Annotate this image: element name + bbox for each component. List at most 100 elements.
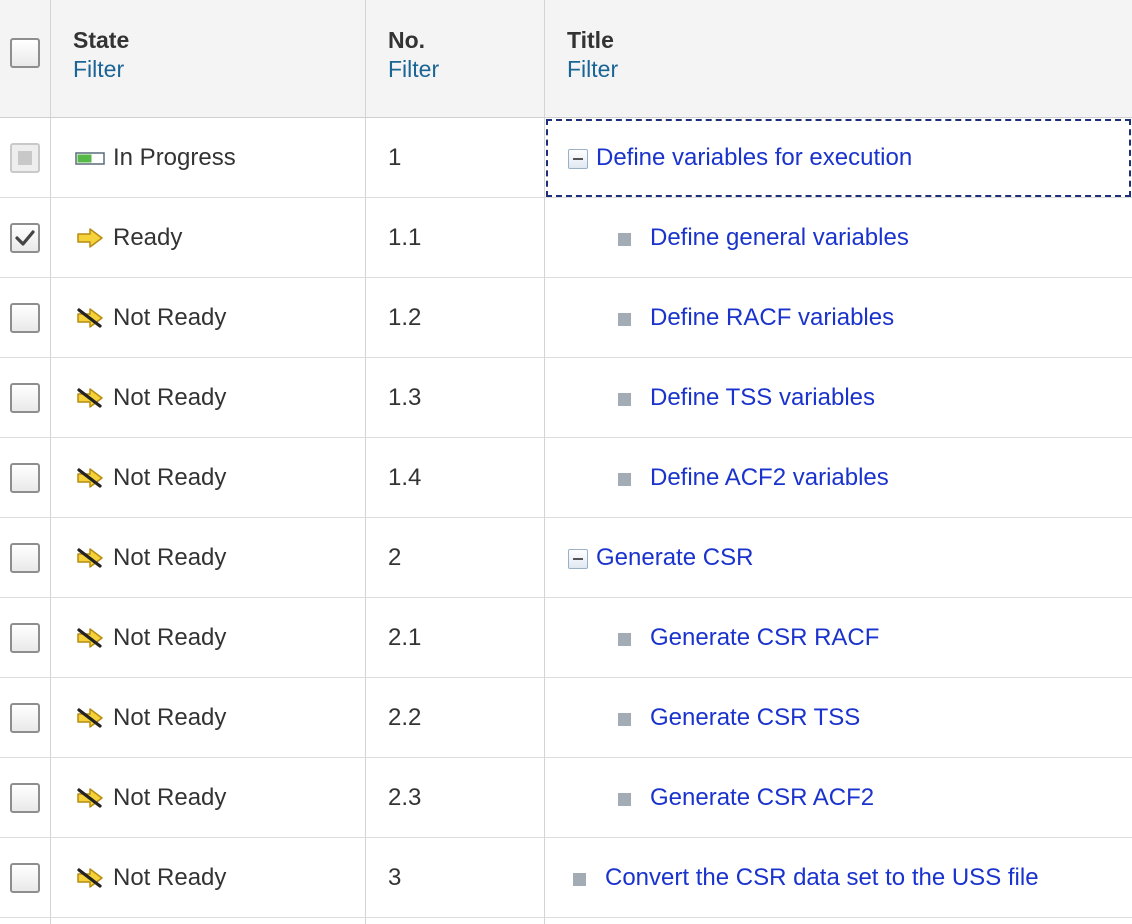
- state-label: Not Ready: [113, 623, 227, 651]
- row-checkbox: [10, 142, 40, 173]
- row-title-cell: Define ACF2 variables: [545, 438, 1132, 518]
- row-select-cell: [0, 358, 51, 438]
- leaf-node-icon: [618, 793, 631, 806]
- select-all-checkbox[interactable]: [10, 38, 40, 68]
- row-select-cell: [0, 758, 51, 838]
- row-number-cell: 2.1: [366, 598, 545, 678]
- state-label: Not Ready: [113, 863, 227, 891]
- checkmark-icon: [15, 229, 35, 246]
- row-select-cell: [0, 118, 51, 198]
- state-label: Not Ready: [113, 783, 227, 811]
- row-title-cell: Define general variables: [545, 198, 1132, 278]
- row-title-cell: Generate CSR RACF: [545, 598, 1132, 678]
- step-title-link[interactable]: Define TSS variables: [650, 384, 875, 412]
- title-column-title: Title: [567, 27, 614, 53]
- step-number: 1: [388, 143, 402, 171]
- step-number: 1.2: [388, 303, 422, 331]
- row-select-cell: [0, 198, 51, 278]
- state-filter-link[interactable]: Filter: [73, 55, 129, 84]
- header-number: No. Filter: [366, 0, 545, 118]
- not-ready-icon: [75, 787, 107, 809]
- table-filler-cell: [51, 918, 366, 924]
- step-title-link[interactable]: Define variables for execution: [596, 144, 912, 172]
- row-state-cell: In Progress: [51, 118, 366, 198]
- table-filler-cell: [0, 918, 51, 924]
- row-number-cell: 2: [366, 518, 545, 598]
- row-number-cell: 3: [366, 838, 545, 918]
- not-ready-icon: [75, 547, 107, 569]
- row-checkbox[interactable]: [10, 782, 40, 813]
- collapse-icon[interactable]: [568, 149, 588, 169]
- in-progress-icon: [75, 147, 107, 169]
- step-title-link[interactable]: Generate CSR ACF2: [650, 784, 874, 812]
- leaf-node-icon: [618, 473, 631, 486]
- leaf-node-icon: [573, 873, 586, 886]
- ready-arrow-icon: [75, 227, 107, 249]
- not-ready-icon: [75, 627, 107, 649]
- row-select-cell: [0, 278, 51, 358]
- row-checkbox[interactable]: [10, 622, 40, 653]
- state-label: Not Ready: [113, 463, 227, 491]
- row-number-cell: 1: [366, 118, 545, 198]
- step-number: 1.3: [388, 383, 422, 411]
- step-title-link[interactable]: Define RACF variables: [650, 304, 894, 332]
- step-number: 3: [388, 863, 402, 891]
- row-checkbox[interactable]: [10, 222, 40, 253]
- state-column-title: State: [73, 27, 130, 53]
- leaf-node-icon: [618, 313, 631, 326]
- state-label: In Progress: [113, 143, 236, 171]
- step-number: 2.3: [388, 783, 422, 811]
- step-title-link[interactable]: Generate CSR: [596, 544, 753, 572]
- row-number-cell: 1.4: [366, 438, 545, 518]
- row-number-cell: 1.3: [366, 358, 545, 438]
- row-checkbox[interactable]: [10, 542, 40, 573]
- row-state-cell: Not Ready: [51, 438, 366, 518]
- row-checkbox[interactable]: [10, 302, 40, 333]
- not-ready-icon: [75, 467, 107, 489]
- step-title-link[interactable]: Define ACF2 variables: [650, 464, 889, 492]
- not-ready-icon: [75, 387, 107, 409]
- row-select-cell: [0, 838, 51, 918]
- not-ready-icon: [75, 307, 107, 329]
- step-title-link[interactable]: Define general variables: [650, 224, 909, 252]
- header-state: State Filter: [51, 0, 366, 118]
- leaf-node-icon: [618, 233, 631, 246]
- row-number-cell: 1.1: [366, 198, 545, 278]
- row-state-cell: Not Ready: [51, 838, 366, 918]
- row-checkbox[interactable]: [10, 462, 40, 493]
- state-label: Not Ready: [113, 383, 227, 411]
- title-filter-link[interactable]: Filter: [567, 55, 618, 84]
- row-select-cell: [0, 518, 51, 598]
- state-label: Not Ready: [113, 703, 227, 731]
- step-title-link[interactable]: Generate CSR RACF: [650, 624, 879, 652]
- workflow-steps-table: State Filter No. Filter Title Filter In …: [0, 0, 1132, 924]
- step-number: 2: [388, 543, 402, 571]
- step-title-link[interactable]: Generate CSR TSS: [650, 704, 860, 732]
- step-title-link[interactable]: Convert the CSR data set to the USS file: [605, 864, 1039, 892]
- row-checkbox[interactable]: [10, 862, 40, 893]
- row-state-cell: Not Ready: [51, 758, 366, 838]
- row-checkbox[interactable]: [10, 702, 40, 733]
- row-select-cell: [0, 678, 51, 758]
- row-state-cell: Not Ready: [51, 278, 366, 358]
- header-title: Title Filter: [545, 0, 1132, 118]
- number-column-title: No.: [388, 27, 426, 53]
- state-label: Not Ready: [113, 303, 227, 331]
- step-number: 1.4: [388, 463, 422, 491]
- row-title-cell: Define TSS variables: [545, 358, 1132, 438]
- leaf-node-icon: [618, 633, 631, 646]
- not-ready-icon: [75, 707, 107, 729]
- row-title-cell: Generate CSR TSS: [545, 678, 1132, 758]
- row-select-cell: [0, 598, 51, 678]
- row-number-cell: 2.3: [366, 758, 545, 838]
- row-state-cell: Not Ready: [51, 518, 366, 598]
- collapse-icon[interactable]: [568, 549, 588, 569]
- row-checkbox[interactable]: [10, 382, 40, 413]
- table-filler-cell: [545, 918, 1132, 924]
- row-title-cell: Define RACF variables: [545, 278, 1132, 358]
- number-filter-link[interactable]: Filter: [388, 55, 439, 84]
- row-title-cell: Generate CSR: [545, 518, 1132, 598]
- state-label: Not Ready: [113, 543, 227, 571]
- row-state-cell: Not Ready: [51, 358, 366, 438]
- row-title-cell: Convert the CSR data set to the USS file: [545, 838, 1132, 918]
